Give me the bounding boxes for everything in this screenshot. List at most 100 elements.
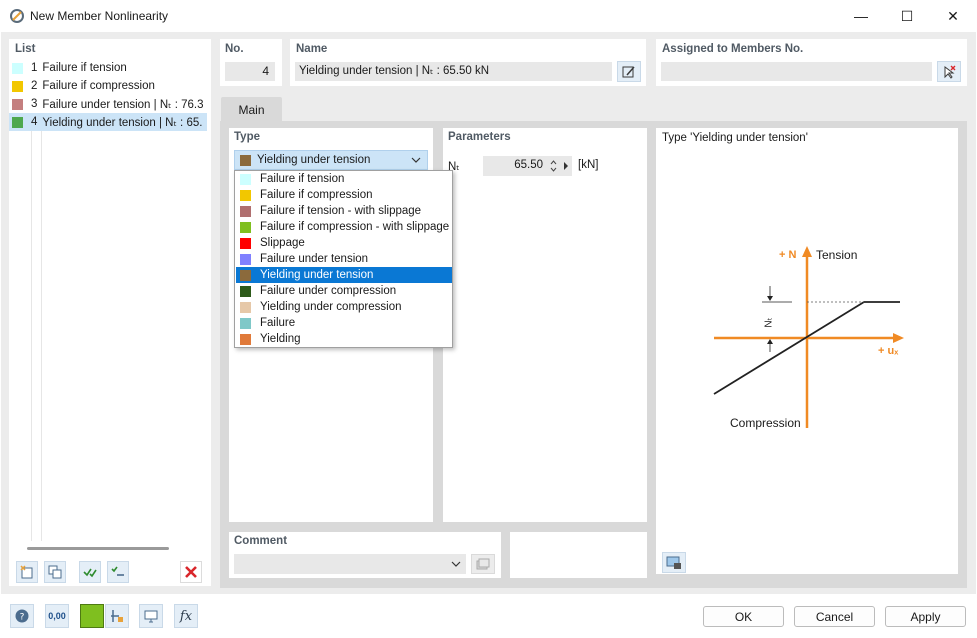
- units-button[interactable]: [105, 604, 129, 628]
- number-header: No.: [225, 43, 244, 55]
- close-window-button[interactable]: ✕: [930, 0, 976, 32]
- type-header: Type: [234, 131, 260, 143]
- assigned-members-field[interactable]: [661, 62, 932, 81]
- name-header: Name: [296, 43, 328, 55]
- type-option[interactable]: Failure under compression: [236, 283, 452, 299]
- x-axis-arrow: [893, 333, 904, 343]
- list-panel: List 1 Failure if tension 2 Failure if c…: [9, 39, 211, 586]
- list-item-label: Yielding under tension | Nₜ : 65.: [42, 117, 203, 129]
- color-swatch: [240, 237, 251, 249]
- type-option-label: Yielding under compression: [260, 301, 402, 313]
- minimize-button[interactable]: —: [838, 0, 884, 32]
- delete-icon: [185, 566, 197, 578]
- name-field[interactable]: Yielding under tension | Nₜ : 65.50 kN: [295, 62, 612, 81]
- delete-button[interactable]: [180, 561, 202, 583]
- monitor-icon: [144, 610, 158, 623]
- decimal-icon: 0,00: [48, 611, 66, 621]
- copy-item-button[interactable]: [44, 561, 66, 583]
- type-option[interactable]: Yielding under tension: [236, 267, 452, 283]
- type-dropdown[interactable]: Yielding under tension: [234, 150, 428, 170]
- list-item-no: 4: [31, 116, 38, 128]
- nt-diagram-label: Nₜ: [763, 317, 775, 328]
- type-option-label: Failure if compression: [260, 189, 373, 201]
- select-cursor-icon: [944, 65, 956, 79]
- list-item-no: 3: [31, 98, 38, 110]
- maximize-button[interactable]: ☐: [884, 0, 930, 32]
- type-option[interactable]: Yielding: [236, 331, 452, 347]
- color-swatch: [240, 173, 251, 185]
- uncheck-button[interactable]: [107, 561, 129, 583]
- comment-field[interactable]: [234, 554, 466, 574]
- color-swatch: [240, 253, 251, 265]
- parameters-panel: Parameters Nₜ 65.50 [kN]: [443, 128, 647, 522]
- function-icon: f𝑥: [179, 608, 193, 624]
- view-settings-button[interactable]: [139, 604, 163, 628]
- nt-value: 65.50: [514, 159, 543, 171]
- axis-u-label: + uₓ: [878, 345, 899, 357]
- color-swatch: [240, 269, 251, 281]
- number-panel: No. 4: [220, 39, 282, 86]
- parameters-header: Parameters: [448, 131, 511, 143]
- comment-header: Comment: [234, 535, 288, 547]
- help-icon: ?: [15, 609, 29, 623]
- list-item[interactable]: 4 Yielding under tension | Nₜ : 65.: [9, 113, 207, 131]
- type-option-label: Failure: [260, 317, 296, 329]
- type-option[interactable]: Slippage: [236, 235, 452, 251]
- list-item-no: 1: [31, 62, 38, 74]
- type-option[interactable]: Failure if tension - with slippage: [236, 203, 452, 219]
- uncheck-icon: [111, 566, 124, 576]
- diagram-view-button[interactable]: [662, 552, 686, 573]
- library-icon: [476, 558, 490, 570]
- list-item-label: Failure if tension: [42, 62, 127, 74]
- type-option-label: Failure if compression - with slippage: [260, 221, 450, 233]
- type-option-label: Slippage: [260, 237, 305, 249]
- nonlinearity-diagram: [713, 246, 904, 428]
- copy-icon: [48, 565, 62, 579]
- type-option[interactable]: Failure if compression - with slippage: [236, 219, 452, 235]
- tab-main[interactable]: Main: [221, 97, 282, 122]
- horizontal-scrollbar[interactable]: [27, 547, 169, 550]
- type-option[interactable]: Failure if tension: [236, 171, 452, 187]
- type-dropdown-list[interactable]: Failure if tension Failure if compressio…: [234, 170, 453, 348]
- edit-name-button[interactable]: [617, 61, 641, 82]
- axis-n-label: + N: [779, 249, 797, 261]
- y-axis-arrow: [802, 246, 812, 257]
- spin-updown-icon[interactable]: [550, 159, 557, 173]
- color-swatch: [240, 301, 251, 313]
- list-item[interactable]: 2 Failure if compression: [9, 77, 207, 95]
- new-item-button[interactable]: [16, 561, 38, 583]
- svg-text:?: ?: [20, 613, 25, 623]
- tension-label: Tension: [816, 248, 858, 262]
- type-option[interactable]: Failure if compression: [236, 187, 452, 203]
- color-picker-button[interactable]: [80, 604, 104, 628]
- number-field[interactable]: 4: [225, 62, 275, 81]
- list-item[interactable]: 3 Failure under tension | Nₜ : 76.3: [9, 95, 207, 113]
- nt-spinner[interactable]: 65.50: [483, 156, 572, 176]
- type-option[interactable]: Failure: [236, 315, 452, 331]
- chevron-down-icon: [411, 157, 421, 163]
- assigned-panel: Assigned to Members No.: [656, 39, 967, 86]
- select-members-button[interactable]: [937, 61, 961, 82]
- apply-button[interactable]: Apply: [885, 606, 966, 627]
- type-option[interactable]: Yielding under compression: [236, 299, 452, 315]
- color-swatch: [240, 317, 251, 329]
- chevron-down-icon[interactable]: [451, 561, 461, 568]
- formula-button[interactable]: f𝑥: [174, 604, 198, 628]
- color-swatch: [240, 221, 251, 233]
- ok-button[interactable]: OK: [703, 606, 784, 627]
- list-item[interactable]: 1 Failure if tension: [9, 59, 207, 77]
- play-arrow-icon[interactable]: [563, 161, 569, 171]
- screen-icon: [666, 556, 681, 569]
- help-button[interactable]: ?: [10, 604, 34, 628]
- check-all-button[interactable]: [79, 561, 101, 583]
- close-icon: ✕: [947, 7, 959, 24]
- type-option[interactable]: Failure under tension: [236, 251, 452, 267]
- check-all-icon: [83, 568, 97, 578]
- color-swatch: [12, 98, 23, 110]
- member-list[interactable]: 1 Failure if tension 2 Failure if compre…: [9, 59, 211, 139]
- comment-library-button[interactable]: [471, 554, 495, 574]
- list-header: List: [15, 43, 36, 55]
- cancel-button[interactable]: Cancel: [794, 606, 875, 627]
- type-option-label: Yielding: [260, 333, 301, 345]
- decimal-places-button[interactable]: 0,00: [45, 604, 69, 628]
